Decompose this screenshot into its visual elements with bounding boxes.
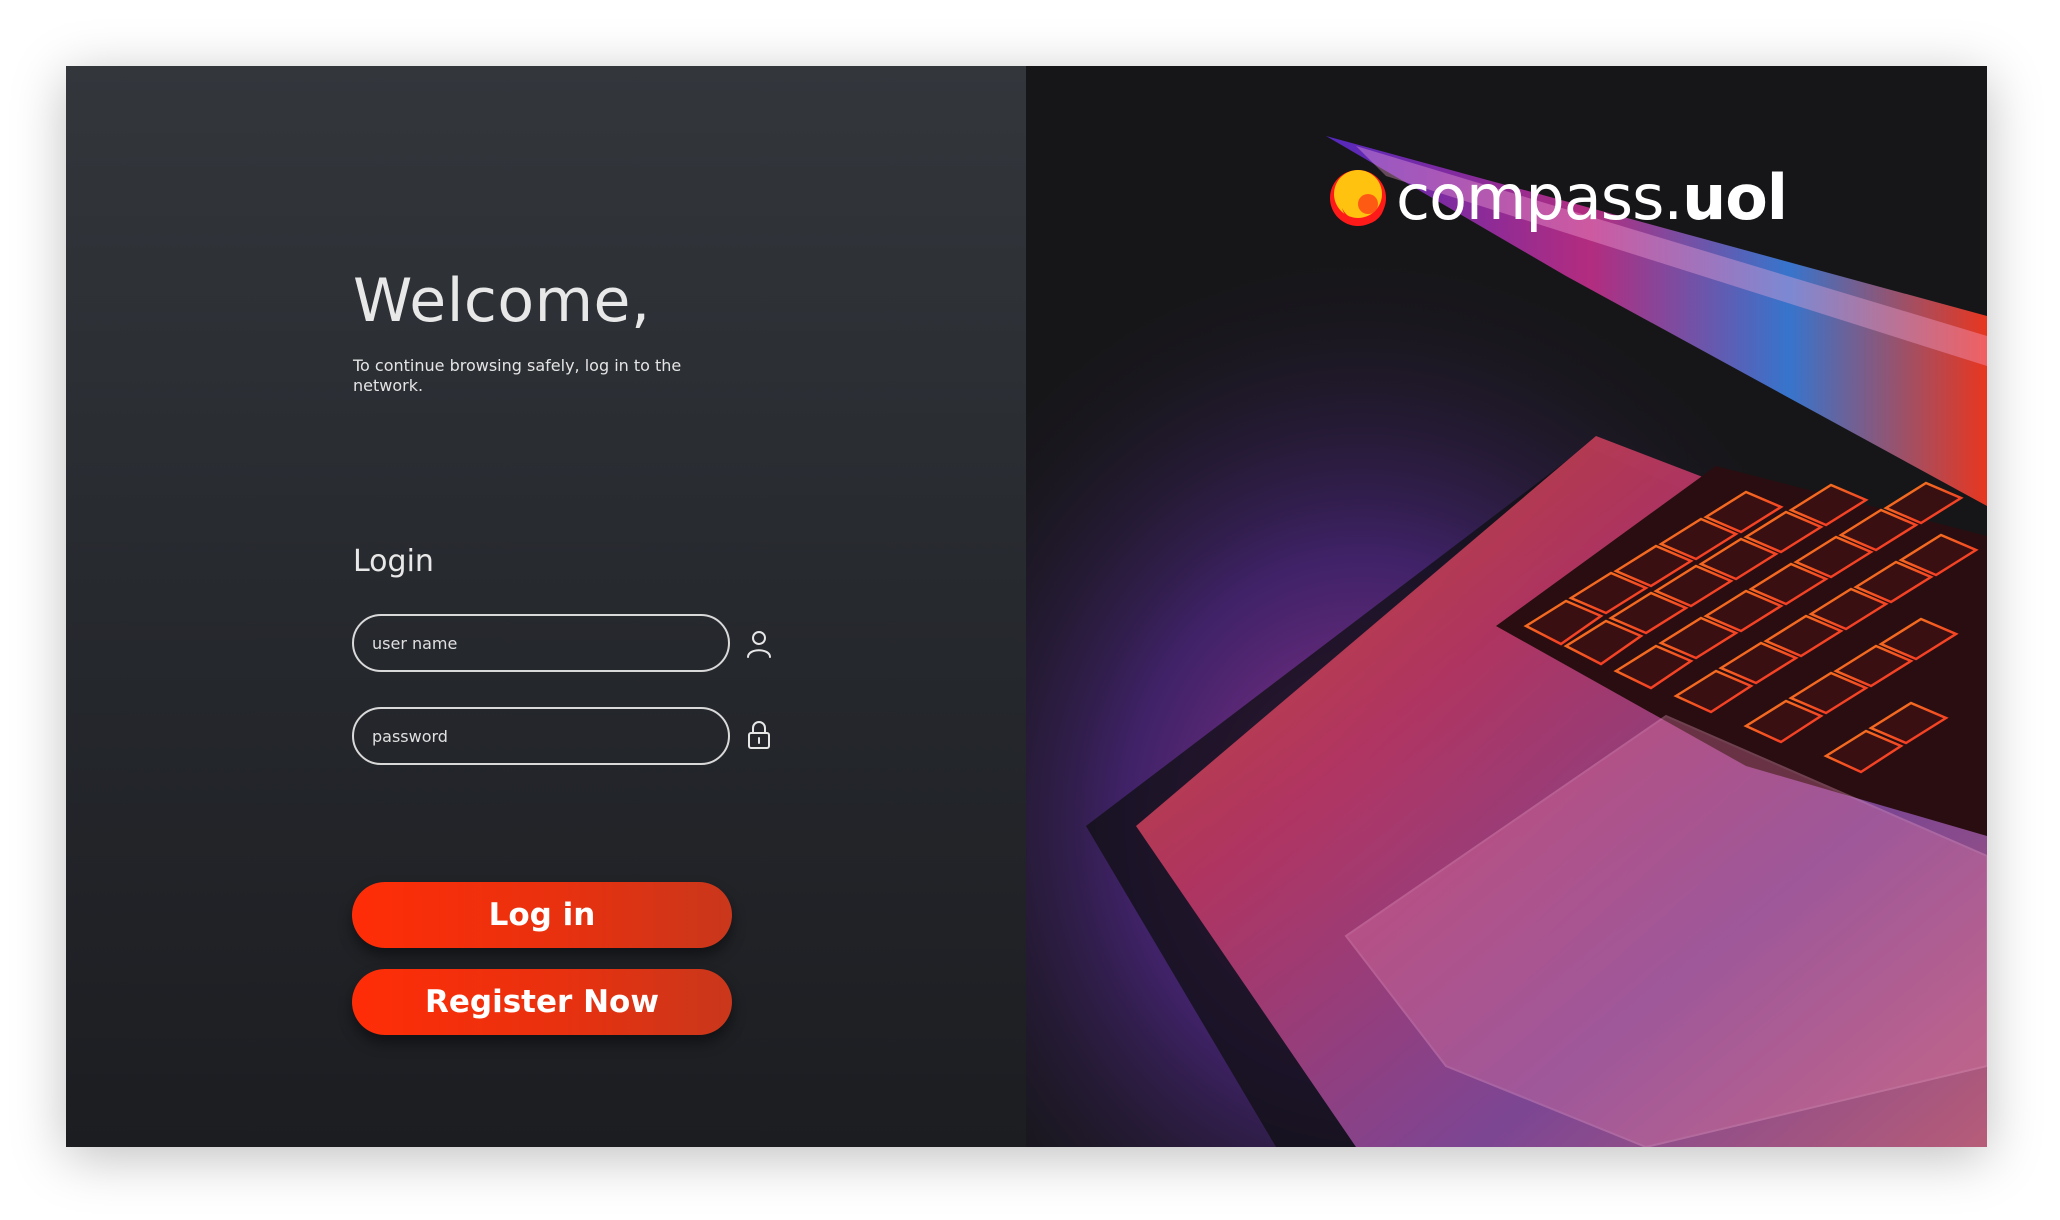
compass-logo-mark xyxy=(1330,170,1386,226)
password-input[interactable] xyxy=(372,709,712,763)
login-panel: Welcome, To continue browsing safely, lo… xyxy=(66,66,1026,1147)
compass-uol-logo: compass.uol xyxy=(1328,162,1828,246)
logo-text-bold: uol xyxy=(1682,161,1788,234)
welcome-title: Welcome, xyxy=(353,266,651,336)
password-field-wrapper xyxy=(352,707,730,765)
lock-icon xyxy=(748,721,770,749)
username-field-wrapper xyxy=(352,614,730,672)
login-heading: Login xyxy=(353,544,434,579)
hero-image-panel: compass.uol xyxy=(1026,66,1987,1147)
register-button[interactable]: Register Now xyxy=(352,969,732,1035)
logo-text: compass.uol xyxy=(1396,161,1788,234)
login-button[interactable]: Log in xyxy=(352,882,732,948)
username-input[interactable] xyxy=(372,616,712,670)
user-icon xyxy=(747,631,771,658)
welcome-subtitle: To continue browsing safely, log in to t… xyxy=(353,356,682,395)
login-page: Welcome, To continue browsing safely, lo… xyxy=(66,66,1987,1147)
logo-text-main: compass. xyxy=(1396,161,1683,234)
